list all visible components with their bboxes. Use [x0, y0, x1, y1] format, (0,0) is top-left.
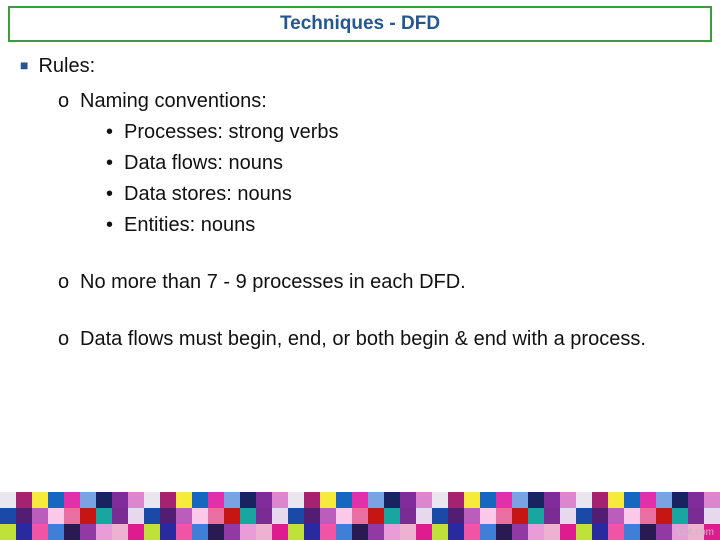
subitem-text: Entities: nouns: [124, 214, 255, 236]
dot-bullet-icon: •: [106, 212, 113, 239]
watermark: fppt.com: [676, 527, 714, 538]
list-subitem-entities: • Entities: nouns: [106, 212, 700, 239]
dot-bullet-icon: •: [106, 181, 113, 208]
dot-bullet-icon: •: [106, 119, 113, 146]
square-bullet-icon: ■: [20, 57, 28, 73]
title-box: Techniques - DFD: [8, 6, 712, 42]
dot-bullet-icon: •: [106, 150, 113, 177]
subitem-text: Processes: strong verbs: [124, 121, 339, 143]
list-subitem-datastores: • Data stores: nouns: [106, 181, 700, 208]
item-text: Data flows must begin, end, or both begi…: [80, 328, 646, 350]
circle-bullet-icon: o: [58, 88, 69, 115]
item-text: No more than 7 - 9 processes in each DFD…: [80, 271, 466, 293]
content-area: ■ Rules: o Naming conventions: • Processe…: [20, 55, 700, 353]
list-subitem-processes: • Processes: strong verbs: [106, 119, 700, 146]
circle-bullet-icon: o: [58, 326, 69, 353]
list-item-max-processes: o No more than 7 - 9 processes in each D…: [58, 269, 700, 296]
list-item-naming: o Naming conventions:: [58, 88, 700, 115]
spacer: [20, 239, 700, 261]
subitem-text: Data stores: nouns: [124, 183, 292, 205]
item-text: Naming conventions:: [80, 90, 267, 112]
subitem-text: Data flows: nouns: [124, 152, 283, 174]
footer-color-strip: [0, 492, 720, 540]
rules-label: Rules:: [38, 55, 95, 77]
slide: Techniques - DFD ■ Rules: o Naming conven…: [0, 0, 720, 540]
rules-heading: ■ Rules:: [20, 55, 700, 78]
list-subitem-dataflows: • Data flows: nouns: [106, 150, 700, 177]
circle-bullet-icon: o: [58, 269, 69, 296]
slide-title: Techniques - DFD: [280, 13, 440, 35]
list-item-flows-rule: o Data flows must begin, end, or both be…: [58, 326, 700, 353]
spacer: [20, 296, 700, 318]
